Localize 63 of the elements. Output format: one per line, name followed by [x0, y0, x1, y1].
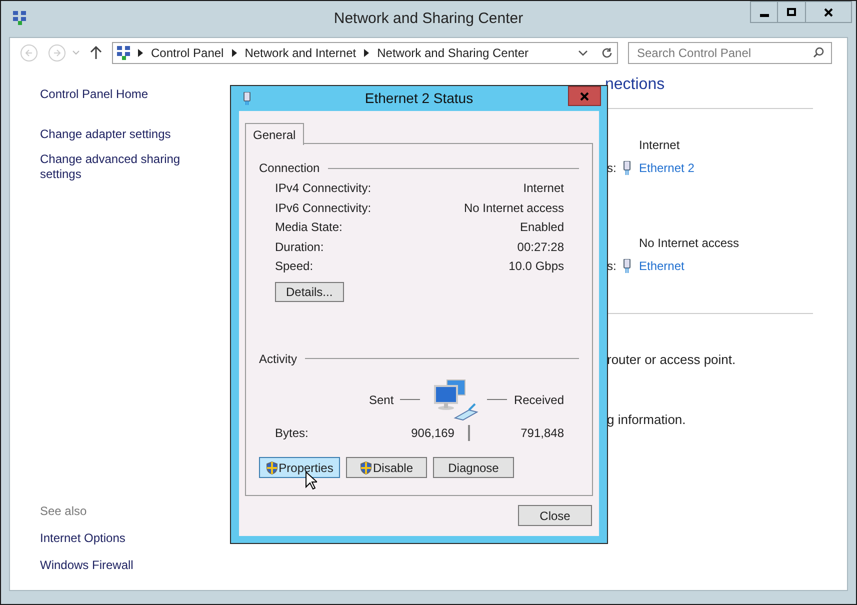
- network-app-icon: [117, 46, 131, 60]
- close-dialog-button[interactable]: Close: [518, 505, 592, 526]
- sidebar-link[interactable]: Change adapter settings: [40, 127, 190, 142]
- search-field[interactable]: Search Control Panel: [628, 42, 832, 64]
- dialog-button[interactable]: Disable: [346, 457, 427, 478]
- field-value: Internet: [523, 180, 564, 197]
- received-label: Received: [514, 392, 564, 408]
- maximize-button[interactable]: [778, 1, 806, 23]
- breadcrumb-item[interactable]: Control Panel: [151, 44, 224, 62]
- field-label: Speed:: [275, 258, 314, 275]
- sidebar-link[interactable]: Windows Firewall: [40, 556, 234, 574]
- section-heading: Activity: [259, 350, 298, 368]
- description-text: router or access point.: [607, 351, 737, 369]
- up-arrow-icon[interactable]: [90, 46, 102, 60]
- dialog-title: Ethernet 2 Status: [364, 89, 474, 108]
- breadcrumb-item[interactable]: Network and Internet: [244, 44, 356, 62]
- minimize-button[interactable]: [750, 1, 778, 23]
- field-label: Media State:: [275, 219, 342, 236]
- shield-icon: [360, 460, 372, 474]
- network-adapter-icon: [243, 92, 251, 105]
- sent-label: Sent: [369, 392, 394, 408]
- address-dropdown-icon[interactable]: [578, 50, 588, 56]
- field-label: Duration:: [275, 238, 324, 256]
- search-icon: [813, 47, 824, 58]
- details-button[interactable]: Details...: [275, 282, 344, 302]
- network-app-icon: [13, 11, 27, 25]
- access-type-value: No Internet access: [639, 235, 740, 252]
- field-value: 00:27:28: [517, 238, 564, 256]
- tab[interactable]: General: [245, 123, 304, 145]
- breadcrumb-item[interactable]: Network and Sharing Center: [377, 44, 529, 62]
- field-value: No Internet access: [464, 200, 564, 216]
- sidebar-link[interactable]: Internet Options: [40, 529, 234, 547]
- network-adapter-icon: [623, 259, 631, 273]
- access-type-value: Internet: [639, 137, 681, 154]
- bytes-received-value: 791,848: [520, 424, 564, 442]
- field-label: IPv6 Connectivity:: [275, 200, 372, 216]
- window-title: Network and Sharing Center: [334, 8, 524, 29]
- sidebar-link[interactable]: Control Panel Home: [40, 87, 190, 102]
- refresh-icon[interactable]: [601, 47, 613, 59]
- bytes-sent-value: 906,169: [410, 424, 454, 442]
- section-heading: See also: [40, 503, 88, 520]
- computers-network-icon: [432, 378, 481, 422]
- dialog-button[interactable]: Diagnose: [433, 457, 514, 478]
- breadcrumb-arrow-icon[interactable]: [232, 49, 237, 57]
- section-heading: Connection: [259, 160, 320, 177]
- close-icon: [824, 8, 833, 16]
- connection-link[interactable]: Ethernet: [639, 257, 684, 275]
- dialog-button[interactable]: Properties: [259, 457, 340, 478]
- breadcrumb-arrow-icon[interactable]: [364, 49, 370, 57]
- dialog-close-button[interactable]: [568, 86, 601, 106]
- close-icon: [580, 92, 589, 100]
- shield-icon: [266, 460, 278, 474]
- network-adapter-icon: [623, 161, 631, 175]
- window-close-button[interactable]: [806, 1, 852, 23]
- address-bar[interactable]: Control Panel Network and Internet Network and Sharing Center: [112, 42, 618, 64]
- page-heading: nections: [605, 75, 666, 95]
- breadcrumb-arrow-icon[interactable]: [138, 49, 143, 57]
- field-value: 10.0 Gbps: [508, 258, 564, 275]
- field-value: Enabled: [520, 219, 564, 236]
- connection-link[interactable]: Ethernet 2: [639, 159, 694, 177]
- field-label: IPv4 Connectivity:: [275, 180, 372, 197]
- sidebar-link[interactable]: Change advanced sharing settings: [40, 152, 190, 182]
- bytes-label: Bytes:: [275, 424, 308, 442]
